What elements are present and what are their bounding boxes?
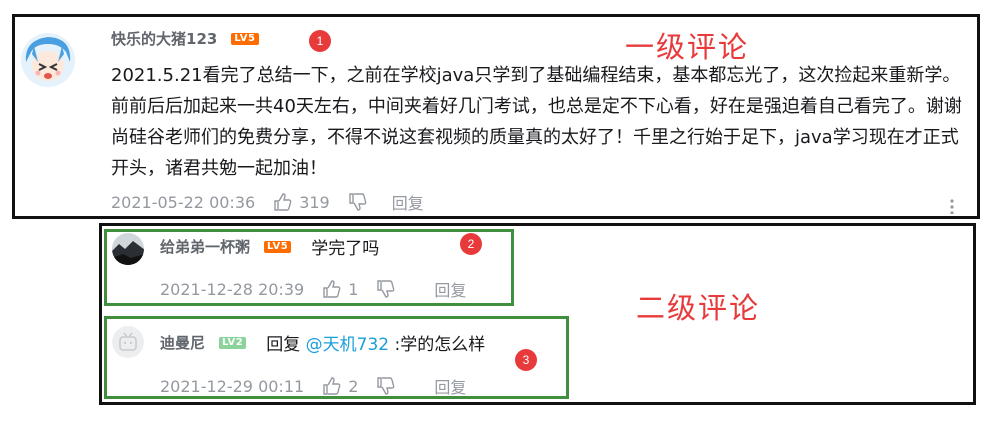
thumbs-up-icon [323,377,341,395]
reply-text: 回复 @天机732 :学的怎么样 [266,330,485,355]
level-badge: LV2 [219,336,247,349]
username[interactable]: 快乐的大猪123 [111,28,217,49]
username[interactable]: 迪曼尼 [160,332,205,353]
like-button[interactable]: 2 [322,376,358,396]
like-count: 2 [348,376,359,396]
annotation-number-badge: 3 [515,349,537,371]
like-count: 1 [348,279,359,299]
reply-button[interactable]: 回复 [434,374,466,398]
thumbs-down-icon[interactable] [348,192,368,212]
like-button[interactable]: 319 [273,192,330,212]
reply-text: 学完了吗 [311,239,380,259]
comment-header: 快乐的大猪123 LV5 [111,28,259,49]
reply-header: 迪曼尼 LV2 回复 @天机732 :学的怎么样 [160,330,485,355]
level-badge: LV5 [231,32,259,45]
timestamp: 2021-12-29 00:11 [160,376,305,396]
mention-link[interactable]: @天机732 [306,335,389,355]
timestamp: 2021-12-28 20:39 [160,279,305,299]
thumbs-down-icon[interactable] [376,376,396,396]
comment-meta: 2021-05-22 00:36 319 回复 [111,190,424,214]
thumbs-up-icon [274,193,292,211]
default-tv-avatar-icon [112,326,144,358]
avatar[interactable] [20,32,76,88]
reply-suffix: :学的怎么样 [389,335,486,355]
annotation-number-badge: 2 [460,233,482,255]
like-button[interactable]: 1 [322,279,358,299]
reply-meta: 2021-12-28 20:39 1 回复 [160,277,466,301]
dark-landscape-avatar-icon [112,233,144,265]
username[interactable]: 给弟弟一杯粥 [160,236,250,257]
reply-meta: 2021-12-29 00:11 2 回复 [160,374,466,398]
anime-avatar-icon [21,33,75,87]
more-dots-icon[interactable] [949,198,955,218]
reply-button[interactable]: 回复 [434,277,466,301]
annotation-label-level2: 二级评论 [636,291,761,325]
reply-button[interactable]: 回复 [392,190,424,214]
timestamp: 2021-05-22 00:36 [111,192,256,212]
avatar[interactable] [111,232,145,266]
thumbs-up-icon [323,280,341,298]
reply-prefix: 回复 [266,335,306,355]
thumbs-down-icon[interactable] [376,279,396,299]
avatar[interactable] [111,325,145,359]
annotation-number-badge: 1 [309,30,331,52]
level-badge: LV5 [264,240,292,253]
comment-text: 2021.5.21看完了总结一下，之前在学校java只学到了基础编程结束，基本都… [111,65,962,179]
reply-header: 给弟弟一杯粥 LV5 学完了吗 [160,234,379,259]
like-count: 319 [299,192,330,212]
